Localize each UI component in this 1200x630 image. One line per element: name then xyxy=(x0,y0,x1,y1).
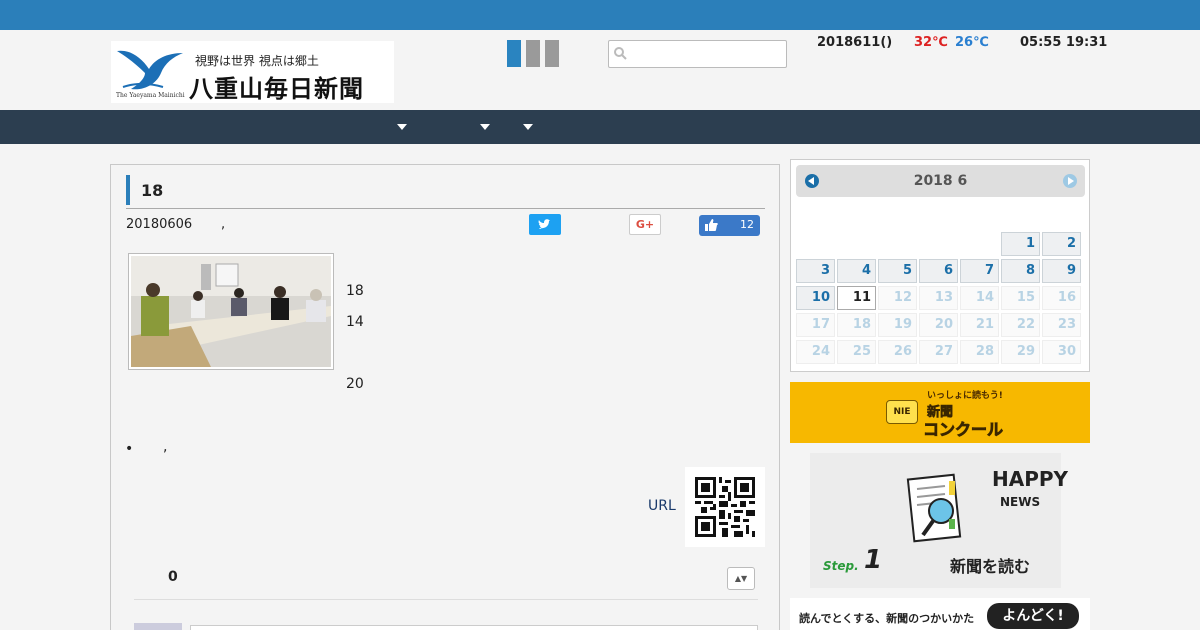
calendar-day[interactable]: 2 xyxy=(1042,232,1081,256)
calendar-day: 20 xyxy=(919,313,958,337)
comment-input[interactable] xyxy=(190,625,758,630)
main-nav xyxy=(0,110,1200,144)
sunset-time: 19:31 xyxy=(1065,35,1108,50)
calendar-day: 21 xyxy=(960,313,999,337)
nie-logo: NIE xyxy=(886,400,918,424)
thumbs-up-icon xyxy=(705,219,718,231)
calendar-day: 15 xyxy=(1001,286,1040,310)
facebook-like-button[interactable]: 12 xyxy=(699,215,760,236)
comment-sort-select[interactable]: ▲▼ xyxy=(727,567,755,590)
yondoku-caption: 読んでとくする、新聞のつかいかた xyxy=(799,612,975,625)
read-newspaper-label: 新聞を読む xyxy=(950,557,1031,576)
site-logo[interactable]: 視野は世界 視点は郷土 八重山毎日新聞 The Yaeyama Mainichi xyxy=(111,41,394,103)
calendar-header: 2018 6 xyxy=(796,165,1085,197)
title-accent-bar xyxy=(126,175,130,205)
google-plus-share-button[interactable]: G+ xyxy=(629,214,661,235)
nie-banner-title-2: コンクール xyxy=(923,420,1004,440)
calendar-day: 24 xyxy=(796,340,835,364)
site-name: 八重山毎日新聞 xyxy=(189,75,364,103)
calendar-day[interactable]: 7 xyxy=(960,259,999,283)
url-label: URL xyxy=(648,498,676,514)
calendar-day: 26 xyxy=(878,340,917,364)
calendar-day[interactable]: 6 xyxy=(919,259,958,283)
calendar-next-month-icon[interactable] xyxy=(1063,174,1077,188)
temperature-low: 26℃ xyxy=(955,35,989,50)
calendar-day: 16 xyxy=(1042,286,1081,310)
avatar xyxy=(134,623,182,630)
calendar-day: 30 xyxy=(1042,340,1081,364)
qr-code-icon xyxy=(695,477,755,537)
happy-news-title: HAPPY xyxy=(992,467,1069,491)
article-date: 20180606 xyxy=(126,217,193,232)
yondoku-badge: よんどく! xyxy=(987,603,1079,629)
nav-dropdown-1-chevron-down-icon[interactable] xyxy=(397,124,407,130)
article-paragraph-1: 18 xyxy=(346,283,364,299)
happy-news-subtitle: NEWS xyxy=(1000,495,1041,509)
bullet-icon: • xyxy=(125,441,134,457)
calendar-day: 17 xyxy=(796,313,835,337)
top-accent-bar xyxy=(0,0,1200,30)
calendar-day: 22 xyxy=(1001,313,1040,337)
calendar-day[interactable]: 4 xyxy=(837,259,876,283)
calendar-day: 25 xyxy=(837,340,876,364)
search-icon xyxy=(614,47,627,60)
calendar-day: 18 xyxy=(837,313,876,337)
calendar-day[interactable]: 9 xyxy=(1042,259,1081,283)
site-header: 視野は世界 視点は郷土 八重山毎日新聞 The Yaeyama Mainichi… xyxy=(0,30,1200,110)
sun-times: 05:55 19:31 xyxy=(1020,35,1107,50)
calendar-widget: 2018 6 1 2 3 4 5 6 7 8 9 10 11 12 13 14 15 16 17 18 19 20 21… xyxy=(790,159,1090,372)
step-number: 1 xyxy=(864,545,883,575)
newspaper-magnifier-icon xyxy=(906,473,962,543)
search-input[interactable] xyxy=(631,44,781,64)
calendar-day: 14 xyxy=(960,286,999,310)
article-panel: 18 20180606 , G+ 12 18 14 20 • , URL 0 ▲… xyxy=(110,164,780,630)
article-title: 18 xyxy=(141,181,164,200)
calendar-month-title: 2018 6 xyxy=(913,173,968,189)
calendar-day: 12 xyxy=(878,286,917,310)
related-link[interactable]: , xyxy=(163,439,167,455)
article-meta-separator: , xyxy=(221,217,226,232)
nav-dropdown-3-chevron-down-icon[interactable] xyxy=(523,124,533,130)
font-size-large-button[interactable] xyxy=(545,40,559,67)
calendar-day[interactable]: 5 xyxy=(878,259,917,283)
calendar-day[interactable]: 3 xyxy=(796,259,835,283)
article-paragraph-3: 20 xyxy=(346,376,364,392)
font-size-medium-button[interactable] xyxy=(526,40,540,67)
comment-count: 0 xyxy=(168,569,178,585)
calendar-day[interactable]: 1 xyxy=(1001,232,1040,256)
qr-code xyxy=(685,467,765,547)
nav-dropdown-2-chevron-down-icon[interactable] xyxy=(480,124,490,130)
temperature-high: 32℃ xyxy=(914,35,948,50)
comment-divider xyxy=(134,599,758,600)
nie-contest-banner[interactable]: NIE いっしょに読もう! 新聞 コンクール xyxy=(790,382,1090,443)
calendar-day: 29 xyxy=(1001,340,1040,364)
calendar-day: 13 xyxy=(919,286,958,310)
article-photo[interactable] xyxy=(128,253,334,370)
calendar-day: 23 xyxy=(1042,313,1081,337)
current-date: 2018611() xyxy=(817,35,893,50)
calendar-day[interactable]: 10 xyxy=(796,286,835,310)
calendar-day[interactable]: 8 xyxy=(1001,259,1040,283)
font-size-small-button[interactable] xyxy=(507,40,521,67)
title-divider xyxy=(126,208,765,209)
site-name-en: The Yaeyama Mainichi xyxy=(116,92,185,99)
twitter-share-button[interactable] xyxy=(529,214,561,235)
calendar-day: 27 xyxy=(919,340,958,364)
happy-news-banner[interactable]: HAPPY NEWS Step. 1 新聞を読む xyxy=(810,453,1068,588)
sunrise-time: 05:55 xyxy=(1020,35,1062,50)
step-label: Step. xyxy=(823,559,859,573)
search-box xyxy=(608,40,787,68)
nie-banner-caption: いっしょに読もう! xyxy=(927,391,1003,401)
site-tagline: 視野は世界 視点は郷土 xyxy=(195,54,319,68)
bird-logo-icon xyxy=(117,50,183,90)
calendar-day: 28 xyxy=(960,340,999,364)
facebook-like-count: 12 xyxy=(740,218,754,231)
yondoku-banner[interactable]: 読んでとくする、新聞のつかいかた よんどく! xyxy=(790,598,1090,630)
article-paragraph-2: 14 xyxy=(346,314,364,330)
calendar-day: 19 xyxy=(878,313,917,337)
calendar-day[interactable]: 11 xyxy=(837,286,876,310)
twitter-bird-icon xyxy=(538,219,550,229)
meeting-photo-image xyxy=(131,256,331,367)
